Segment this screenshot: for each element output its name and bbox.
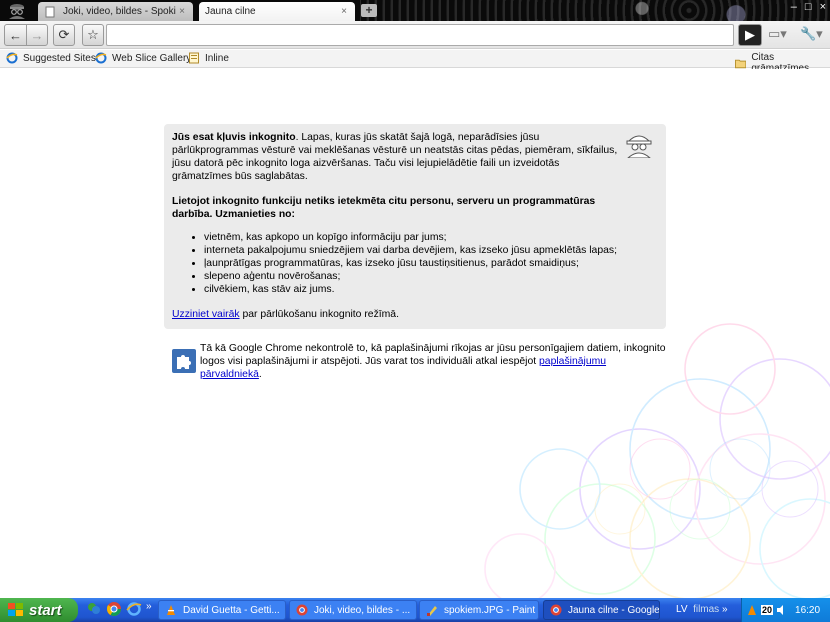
start-button[interactable]: start (0, 598, 78, 622)
folder-icon (735, 59, 747, 69)
vlc-tray-icon[interactable] (746, 604, 758, 616)
puzzle-icon (172, 349, 196, 373)
bookmark-star-button[interactable]: ☆ (82, 24, 104, 46)
ie-icon (6, 52, 18, 64)
clock: 16:20 (795, 604, 821, 616)
maximize-icon[interactable]: □ (805, 1, 812, 13)
taskbar-item-chrome-new-tab[interactable]: Jauna cilne - Google ... (543, 600, 660, 620)
page-menu-icon[interactable]: ▭▾ (768, 26, 796, 44)
ie-icon[interactable] (126, 601, 142, 617)
list-item: interneta pakalpojumu sniedzējiem vai da… (204, 244, 658, 257)
start-label: start (29, 601, 62, 619)
page-icon (189, 52, 199, 64)
new-tab-button[interactable]: + (361, 4, 377, 17)
reload-button[interactable]: ⟳ (53, 24, 75, 46)
chrome-icon (296, 604, 308, 616)
tab-spoki[interactable]: Joki, video, bildes - Spoki × (38, 2, 193, 21)
tab-strip: Joki, video, bildes - Spoki × Jauna ciln… (0, 0, 830, 21)
list-item: vietnēm, kas apkopo un kopīgo informācij… (204, 231, 658, 244)
incognito-icon (9, 4, 25, 19)
theme-artwork (360, 0, 830, 21)
extensions-text: Tā kā Google Chrome nekontrolē to, kā pa… (200, 342, 666, 381)
task-label: David Guetta - Getti... (183, 604, 280, 616)
tray-badge[interactable]: 20 (761, 605, 774, 615)
incognito-intro: Jūs esat kļuvis inkognito. Lapas, kuras … (172, 131, 622, 183)
close-tab-icon[interactable]: × (177, 6, 187, 17)
learn-more-link[interactable]: Uzziniet vairāk (172, 309, 240, 320)
quick-launch: » (86, 601, 152, 617)
learn-more-text: par pārlūkošanu inkognito režīmā. (239, 309, 399, 320)
page-icon (45, 6, 55, 17)
bookmark-label: Inline (205, 52, 229, 64)
address-bar[interactable] (106, 24, 734, 46)
incognito-info-box: Jūs esat kļuvis inkognito. Lapas, kuras … (164, 124, 666, 329)
incognito-spy-icon (626, 135, 652, 158)
bookmark-inline[interactable]: Inline (188, 52, 229, 64)
bookmark-web-slice-gallery[interactable]: Web Slice Gallery (95, 52, 191, 64)
go-button[interactable]: ▶ (738, 24, 762, 46)
tab-new-tab[interactable]: Jauna cilne × (199, 2, 355, 21)
bookmark-label: Suggested Sites (23, 52, 96, 64)
bookmark-label: Web Slice Gallery (112, 52, 192, 64)
lang-code: LV (676, 604, 688, 615)
beware-list: vietnēm, kas apkopo un kopīgo informācij… (204, 231, 658, 296)
windows-taskbar: start » David Guetta - Getti... Joki, vi… (0, 598, 830, 622)
paint-icon (427, 606, 437, 616)
close-tab-icon[interactable]: × (339, 6, 349, 17)
filmas-toolbar[interactable]: filmas (693, 604, 719, 615)
bookmarks-bar: Suggested Sites Web Slice Gallery Inline… (0, 50, 830, 74)
wrench-menu-icon[interactable]: 🔧▾ (800, 26, 826, 44)
new-tab-page: Jūs esat kļuvis inkognito. Lapas, kuras … (0, 69, 830, 598)
system-tray: 20 16:20 (741, 598, 830, 622)
extensions-notice: Tā kā Google Chrome nekontrolē to, kā pa… (164, 342, 666, 392)
learn-more-line: Uzziniet vairāk par pārlūkošanu inkognit… (172, 308, 622, 321)
incognito-warning: Lietojot inkognito funkciju netiks ietek… (172, 196, 596, 220)
minimize-icon[interactable]: – (791, 1, 797, 13)
messenger-icon[interactable] (86, 601, 102, 617)
toolbar-more[interactable]: » (722, 604, 728, 615)
window-controls: – □ × (791, 1, 826, 13)
ie-icon (95, 52, 107, 64)
forward-button[interactable]: → (26, 24, 48, 46)
tab-title: Joki, video, bildes - Spoki (63, 6, 176, 17)
back-button[interactable]: ← (4, 24, 27, 46)
task-label: spokiem.JPG - Paint (444, 604, 536, 616)
quick-launch-more[interactable]: » (146, 601, 152, 617)
chrome-icon[interactable] (106, 601, 122, 617)
list-item: cilvēkiem, kas stāv aiz jums. (204, 283, 658, 296)
vlc-icon (167, 605, 175, 615)
language-indicator[interactable]: LV filmas » (676, 604, 728, 615)
intro-bold: Jūs esat kļuvis inkognito (172, 132, 296, 143)
extensions-end: . (258, 369, 262, 380)
volume-icon[interactable] (776, 604, 788, 616)
bookmark-suggested-sites[interactable]: Suggested Sites (6, 52, 96, 64)
tab-title: Jauna cilne (205, 6, 256, 17)
windows-logo-icon (8, 603, 23, 616)
close-window-icon[interactable]: × (820, 1, 826, 13)
list-item: ļaunprātīgas programmatūras, kas izseko … (204, 257, 658, 270)
browser-toolbar: ← → ⟳ ☆ ▶ ▭▾ 🔧▾ (0, 21, 830, 49)
taskbar-item-vlc[interactable]: David Guetta - Getti... (158, 600, 286, 620)
list-item: slepeno aģentu novērošanas; (204, 270, 658, 283)
task-label: Jauna cilne - Google ... (568, 604, 660, 616)
taskbar-item-paint[interactable]: spokiem.JPG - Paint (419, 600, 539, 620)
taskbar-item-chrome-spoki[interactable]: Joki, video, bildes - ... (289, 600, 417, 620)
chrome-icon (550, 604, 562, 616)
task-label: Joki, video, bildes - ... (314, 604, 411, 616)
